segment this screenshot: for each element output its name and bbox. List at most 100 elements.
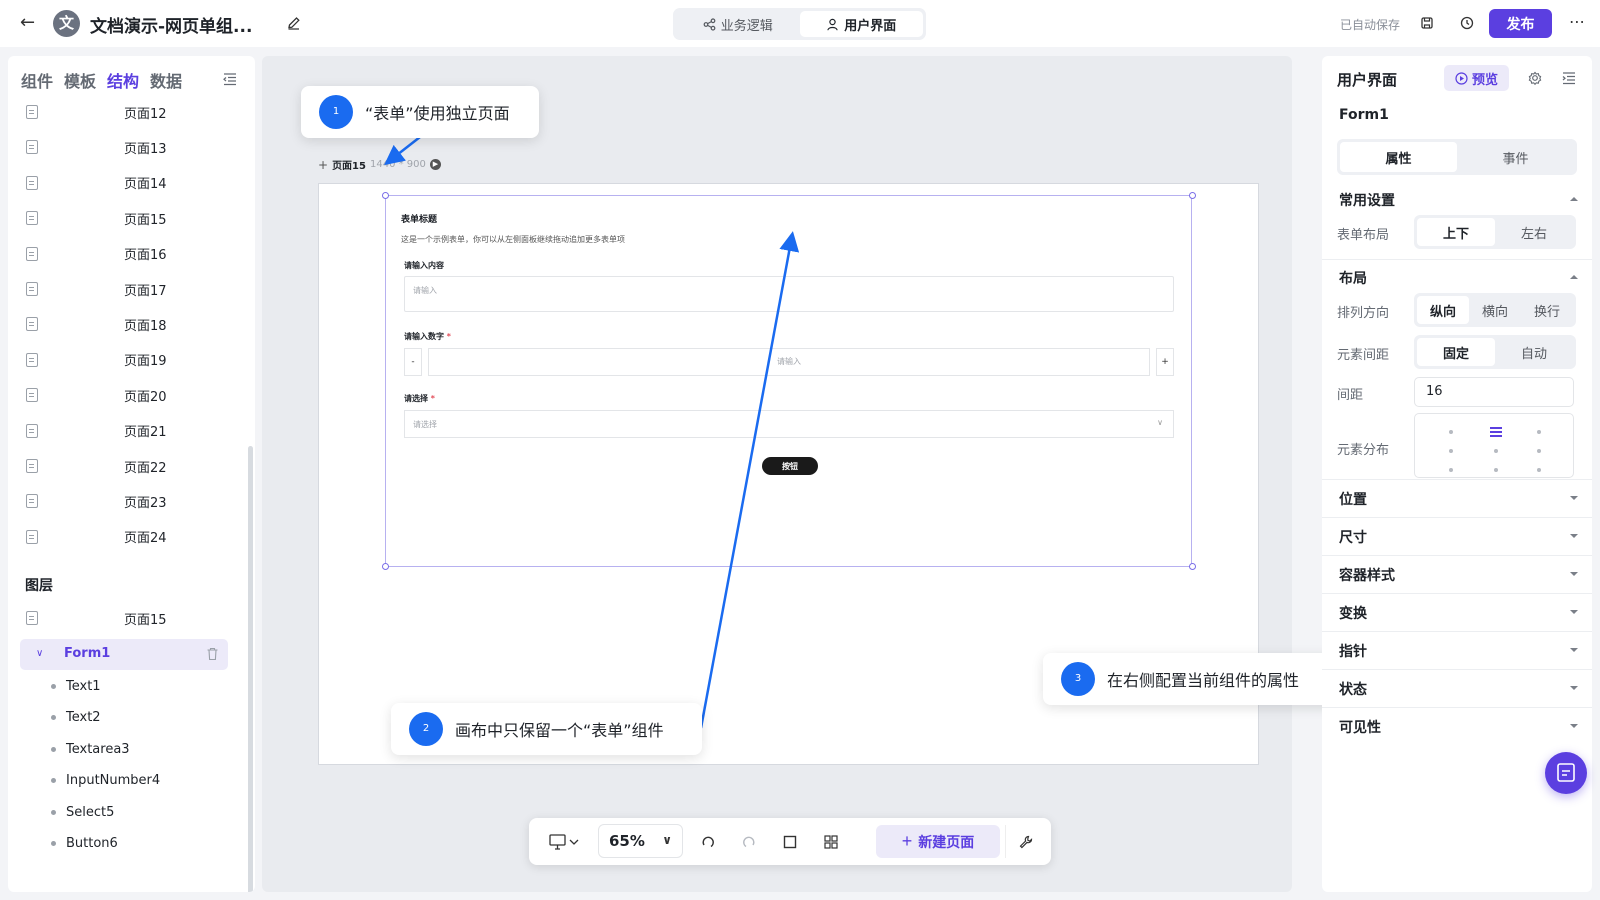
layer-form-row[interactable]: ∨ Form1 [20, 639, 228, 670]
section-header[interactable]: 容器样式 [1339, 565, 1395, 585]
layer-child-row[interactable]: Select5 [51, 802, 114, 822]
align-dot[interactable] [1494, 449, 1498, 453]
chevron-down-icon[interactable] [1569, 493, 1579, 503]
number-input-field[interactable]: 请输入 [428, 348, 1150, 376]
wrench-icon[interactable] [1005, 825, 1045, 858]
align-dot[interactable] [1449, 430, 1453, 434]
page-list-item[interactable]: 页面16 [26, 239, 236, 269]
layer-child-row[interactable]: Button6 [51, 834, 118, 854]
new-page-button[interactable]: + 新建页面 [876, 825, 1000, 858]
assistant-float-button[interactable] [1545, 752, 1587, 794]
form-layout-horizontal[interactable]: 左右 [1495, 218, 1573, 246]
redo-icon[interactable] [734, 826, 764, 857]
form-component-selection[interactable] [385, 195, 1192, 567]
section-header[interactable]: 可见性 [1339, 717, 1381, 737]
chevron-up-icon[interactable] [1569, 194, 1579, 204]
section-common-settings[interactable]: 常用设置 [1339, 190, 1395, 210]
resize-handle-br[interactable] [1189, 563, 1196, 570]
decrement-button[interactable]: - [404, 348, 422, 376]
text-input-field[interactable]: 请输入 [404, 276, 1174, 312]
chevron-down-icon[interactable] [1569, 645, 1579, 655]
align-dot[interactable] [1449, 449, 1453, 453]
align-dot[interactable] [1494, 468, 1498, 472]
page-list-item[interactable]: 页面12 [26, 97, 236, 127]
chevron-up-icon[interactable] [1569, 272, 1579, 282]
frame-icon[interactable] [775, 826, 805, 857]
layer-child-row[interactable]: Text2 [51, 708, 101, 728]
edit-pencil-icon[interactable] [286, 15, 302, 31]
grid-icon[interactable] [816, 826, 846, 857]
section-layout[interactable]: 布局 [1339, 268, 1367, 288]
chevron-down-icon[interactable] [1569, 721, 1579, 731]
page-list-item[interactable]: 页面19 [26, 345, 236, 375]
chevron-down-icon[interactable] [1569, 683, 1579, 693]
tab-business-logic[interactable]: 业务逻辑 [676, 11, 800, 37]
chevron-down-icon[interactable] [1569, 531, 1579, 541]
layer-child-row[interactable]: InputNumber4 [51, 771, 160, 791]
history-icon[interactable] [1458, 14, 1476, 32]
align-dot[interactable] [1537, 449, 1541, 453]
spacing-auto[interactable]: 自动 [1495, 338, 1573, 366]
section-header[interactable]: 指针 [1339, 641, 1367, 661]
chevron-down-icon[interactable] [1569, 569, 1579, 579]
preview-button[interactable]: 预览 [1444, 65, 1509, 91]
play-icon[interactable]: ▶ [429, 159, 441, 170]
distribution-grid[interactable] [1414, 413, 1574, 478]
section-header[interactable]: 尺寸 [1339, 527, 1367, 547]
gap-input[interactable]: 16 [1414, 377, 1574, 407]
frame-name[interactable]: 页面15 [332, 157, 366, 172]
list-indent-icon[interactable] [1560, 69, 1578, 87]
spacing-fixed[interactable]: 固定 [1417, 338, 1495, 366]
tab-structure[interactable]: 结构 [107, 68, 139, 92]
page-list-item[interactable]: 页面20 [26, 380, 236, 410]
increment-button[interactable]: + [1156, 348, 1174, 376]
page-list-item[interactable]: 页面24 [26, 522, 236, 552]
trash-icon[interactable] [206, 647, 219, 661]
resize-handle-tr[interactable] [1189, 192, 1196, 199]
scrollbar[interactable] [248, 446, 253, 892]
tab-user-interface[interactable]: 用户界面 [799, 11, 923, 37]
page-list-item[interactable]: 页面21 [26, 416, 236, 446]
tab-events[interactable]: 事件 [1457, 142, 1574, 172]
save-icon[interactable] [1418, 14, 1436, 32]
page-list-item[interactable]: 页面22 [26, 451, 236, 481]
align-dot[interactable] [1537, 430, 1541, 434]
page-list-item[interactable]: 页面14 [26, 168, 236, 198]
page-list-item[interactable]: 页面23 [26, 486, 236, 516]
direction-vertical[interactable]: 纵向 [1417, 296, 1469, 324]
device-switch[interactable] [539, 826, 589, 857]
settings-gear-icon[interactable] [1526, 69, 1544, 87]
section-header[interactable]: 状态 [1339, 679, 1367, 699]
layer-page-row[interactable]: 页面15 [26, 603, 236, 633]
resize-handle-tl[interactable] [382, 192, 389, 199]
section-header[interactable]: 位置 [1339, 489, 1367, 509]
chevron-down-icon[interactable] [1569, 607, 1579, 617]
layer-child-row[interactable]: Text1 [51, 676, 101, 696]
undo-icon[interactable] [693, 826, 723, 857]
collapse-panel-icon[interactable] [221, 70, 239, 88]
align-active-icon[interactable] [1490, 427, 1502, 437]
select-field[interactable]: 请选择 ∨ [404, 410, 1174, 438]
page-list-item[interactable]: 页面15 [26, 203, 236, 233]
direction-wrap[interactable]: 换行 [1521, 296, 1573, 324]
page-list-item[interactable]: 页面18 [26, 309, 236, 339]
align-dot[interactable] [1449, 468, 1453, 472]
tab-data[interactable]: 数据 [150, 68, 182, 92]
publish-button[interactable]: 发布 [1489, 9, 1552, 38]
page-list-item[interactable]: 页面13 [26, 132, 236, 162]
align-dot[interactable] [1537, 468, 1541, 472]
resize-handle-bl[interactable] [382, 563, 389, 570]
tab-components[interactable]: 组件 [21, 68, 53, 92]
zoom-select[interactable]: 65% ∨ [598, 824, 683, 858]
form-layout-vertical[interactable]: 上下 [1417, 218, 1495, 246]
direction-horizontal[interactable]: 横向 [1469, 296, 1521, 324]
tab-properties[interactable]: 属性 [1340, 142, 1457, 172]
page-list-item[interactable]: 页面17 [26, 274, 236, 304]
layer-child-row[interactable]: Textarea3 [51, 739, 130, 759]
form-submit-button[interactable]: 按钮 [762, 457, 818, 475]
back-arrow-icon[interactable]: ← [20, 12, 42, 34]
chevron-down-icon[interactable]: ∨ [36, 648, 43, 659]
more-icon[interactable]: ⋯ [1569, 12, 1585, 31]
plus-icon[interactable]: + [318, 158, 328, 172]
tab-templates[interactable]: 模板 [64, 68, 96, 92]
